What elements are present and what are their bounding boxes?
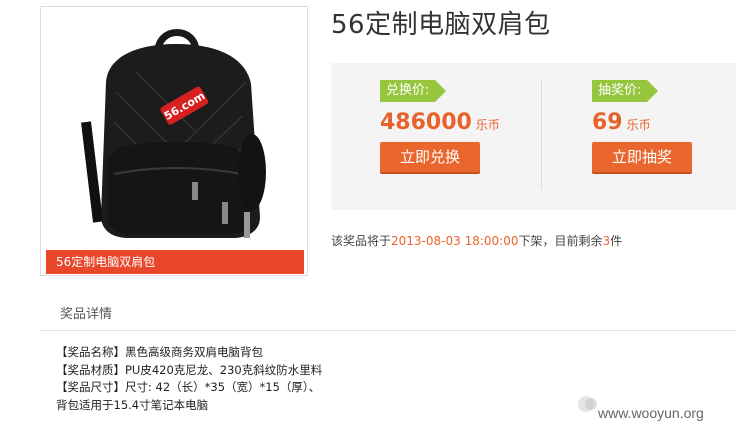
exchange-price-number: 486000	[380, 110, 472, 135]
lottery-price-unit: 乐币	[626, 118, 651, 132]
product-photo[interactable]: 56.com	[46, 12, 302, 252]
tab-prize-details[interactable]: 奖品详情	[60, 303, 112, 322]
detail-line: 【奖品尺寸】尺寸: 42（长）*35（宽）*15（厚）、	[56, 380, 321, 394]
exchange-price-block: 兑换价: 486000 乐币 立即兑换	[380, 79, 500, 174]
lottery-price-tag: 抽奖价:	[592, 80, 659, 102]
product-title: 56定制电脑双肩包	[331, 10, 551, 40]
status-prefix: 该奖品将于	[331, 234, 392, 248]
product-image-frame: 56.com 56定制电脑双肩包	[40, 6, 308, 276]
watermark-logo-icon	[578, 396, 597, 412]
price-divider	[541, 80, 542, 190]
price-panel: 兑换价: 486000 乐币 立即兑换 抽奖价: 69 乐币 立即抽奖	[331, 63, 736, 210]
detail-line: 背包适用于15.4寸笔记本电脑	[56, 397, 209, 412]
tab-divider	[40, 330, 736, 331]
lottery-price-value: 69 乐币	[592, 110, 692, 135]
availability-status: 该奖品将于2013-08-03 18:00:00下架，目前剩余3件	[331, 232, 622, 249]
detail-line: 【奖品材质】PU皮420克尼龙、230克斜纹防水里料	[56, 362, 323, 377]
status-datetime: 2013-08-03 18:00:00	[391, 234, 519, 248]
detail-line: 【奖品名称】黑色高级商务双肩电脑背包	[56, 345, 263, 359]
lottery-price-block: 抽奖价: 69 乐币 立即抽奖	[592, 79, 692, 174]
status-suffix: 件	[610, 234, 623, 248]
exchange-price-tag: 兑换价:	[380, 80, 447, 102]
backpack-image: 56.com	[81, 29, 266, 238]
exchange-price-value: 486000 乐币	[380, 110, 500, 135]
exchange-price-unit: 乐币	[475, 118, 500, 132]
prize-details: 【奖品名称】黑色高级商务双肩电脑背包 【奖品材质】PU皮420克尼龙、230克斜…	[56, 344, 322, 414]
status-middle: 下架，目前剩余	[518, 234, 603, 248]
exchange-now-button[interactable]: 立即兑换	[380, 142, 480, 174]
lottery-now-button[interactable]: 立即抽奖	[592, 142, 692, 174]
lottery-price-number: 69	[592, 110, 623, 135]
status-remaining: 3	[602, 234, 611, 248]
watermark-text: www.wooyun.org	[598, 405, 704, 421]
image-caption: 56定制电脑双肩包	[46, 250, 304, 274]
